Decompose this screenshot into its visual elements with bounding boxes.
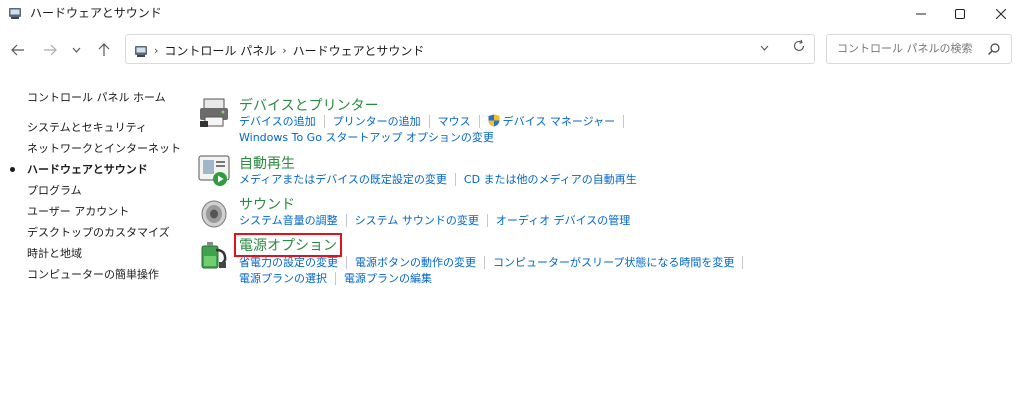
breadcrumb: › コントロール パネル › ハードウェアとサウンド (134, 42, 424, 59)
links-power-row1: 省電力の設定の変更 電源ボタンの動作の変更 コンピューターがスリープ状態になる時… (239, 254, 751, 270)
link-separator (323, 114, 325, 128)
link-choose-power-plan[interactable]: 電源プランの選択 (239, 270, 327, 286)
forward-button[interactable] (40, 40, 60, 60)
recent-locations-button[interactable] (66, 40, 86, 60)
autoplay-icon[interactable] (196, 153, 232, 189)
navigation-bar: › コントロール パネル › ハードウェアとサウンド (0, 32, 1024, 68)
sidebar-item-hardware-sound[interactable]: ハードウェアとサウンド (27, 161, 148, 177)
sidebar-item-clock-region[interactable]: 時計と地域 (27, 245, 82, 261)
link-separator (623, 114, 625, 128)
sidebar-item-control-panel-home[interactable]: コントロール パネル ホーム (27, 89, 166, 105)
uac-shield-icon (488, 114, 500, 127)
category-title-autoplay[interactable]: 自動再生 (239, 153, 295, 173)
maximize-button[interactable] (937, 0, 983, 28)
devices-printers-icon[interactable] (196, 95, 232, 131)
search-box[interactable] (826, 34, 1012, 64)
links-devices-row1: デバイスの追加 プリンターの追加 マウス デバイス マネージャー (239, 113, 632, 129)
chevron-down-icon (760, 45, 769, 51)
link-change-system-sounds[interactable]: システム サウンドの変更 (355, 212, 479, 228)
sidebar-item-system-security[interactable]: システムとセキュリティ (27, 119, 147, 135)
breadcrumb-control-panel[interactable]: コントロール パネル (164, 42, 276, 59)
link-change-power-saving-settings[interactable]: 省電力の設定の変更 (239, 254, 338, 270)
link-add-device[interactable]: デバイスの追加 (239, 113, 316, 129)
category-title-devices-printers[interactable]: デバイスとプリンター (239, 95, 379, 115)
link-device-manager[interactable]: デバイス マネージャー (488, 113, 615, 129)
link-cd-autoplay[interactable]: CD または他のメディアの自動再生 (464, 171, 637, 187)
links-autoplay-row1: メディアまたはデバイスの既定設定の変更 CD または他のメディアの自動再生 (239, 171, 637, 187)
up-button[interactable] (94, 40, 114, 60)
sidebar-item-user-accounts[interactable]: ユーザー アカウント (27, 203, 129, 219)
links-devices-row2: Windows To Go スタートアップ オプションの変更 (239, 129, 494, 145)
chevron-right-icon[interactable]: › (282, 44, 286, 57)
maximize-icon (955, 9, 965, 19)
links-power-row2: 電源プランの選択 電源プランの編集 (239, 270, 432, 286)
back-button[interactable] (8, 40, 28, 60)
chevron-down-icon (72, 47, 80, 53)
refresh-icon (793, 39, 805, 51)
link-separator (346, 255, 347, 269)
arrow-up-icon (98, 43, 110, 56)
link-separator (454, 172, 456, 186)
close-button[interactable] (978, 0, 1024, 28)
link-separator (478, 114, 480, 128)
link-edit-power-plan[interactable]: 電源プランの編集 (344, 270, 432, 286)
link-separator (742, 255, 744, 269)
sidebar-item-desktop-customization[interactable]: デスクトップのカスタマイズ (27, 224, 170, 240)
category-title-sound[interactable]: サウンド (239, 194, 295, 214)
control-panel-icon (135, 45, 147, 57)
title-bar: ハードウェアとサウンド (0, 0, 1024, 28)
refresh-button[interactable] (792, 39, 806, 56)
address-dropdown-button[interactable] (760, 41, 769, 54)
link-separator (484, 255, 485, 269)
search-icon[interactable] (987, 42, 1001, 56)
link-device-manager-label: デバイス マネージャー (502, 115, 616, 128)
links-sound-row1: システム音量の調整 システム サウンドの変更 オーディオ デバイスの管理 (239, 212, 630, 228)
current-section-bullet (10, 167, 15, 172)
link-separator (345, 213, 347, 227)
sidebar-item-ease-of-access[interactable]: コンピューターの簡単操作 (27, 266, 159, 282)
link-separator (335, 271, 336, 285)
close-icon (996, 9, 1006, 19)
link-change-power-button-behavior[interactable]: 電源ボタンの動作の変更 (355, 254, 476, 270)
link-separator (428, 114, 430, 128)
link-mouse[interactable]: マウス (438, 113, 471, 129)
link-adjust-system-volume[interactable]: システム音量の調整 (239, 212, 338, 228)
address-bar[interactable]: › コントロール パネル › ハードウェアとサウンド (125, 34, 815, 64)
link-windows-to-go[interactable]: Windows To Go スタートアップ オプションの変更 (239, 129, 494, 145)
arrow-right-icon (44, 44, 57, 56)
sound-speaker-icon[interactable] (196, 194, 232, 230)
search-input[interactable] (835, 41, 979, 56)
sidebar-item-network-internet[interactable]: ネットワークとインターネット (27, 140, 181, 156)
link-add-printer[interactable]: プリンターの追加 (333, 113, 421, 129)
chevron-right-icon[interactable]: › (154, 44, 158, 57)
minimize-icon (916, 13, 926, 15)
control-panel-icon (9, 8, 21, 19)
power-options-icon[interactable] (196, 236, 232, 272)
link-manage-audio-devices[interactable]: オーディオ デバイスの管理 (496, 212, 630, 228)
link-separator (486, 213, 488, 227)
arrow-left-icon (11, 44, 24, 56)
link-change-sleep-time[interactable]: コンピューターがスリープ状態になる時間を変更 (493, 254, 734, 270)
sidebar-item-programs[interactable]: プログラム (27, 182, 82, 198)
breadcrumb-hardware-sound[interactable]: ハードウェアとサウンド (293, 42, 425, 59)
window-title: ハードウェアとサウンド (30, 6, 162, 20)
link-change-default-media-settings[interactable]: メディアまたはデバイスの既定設定の変更 (239, 171, 447, 187)
